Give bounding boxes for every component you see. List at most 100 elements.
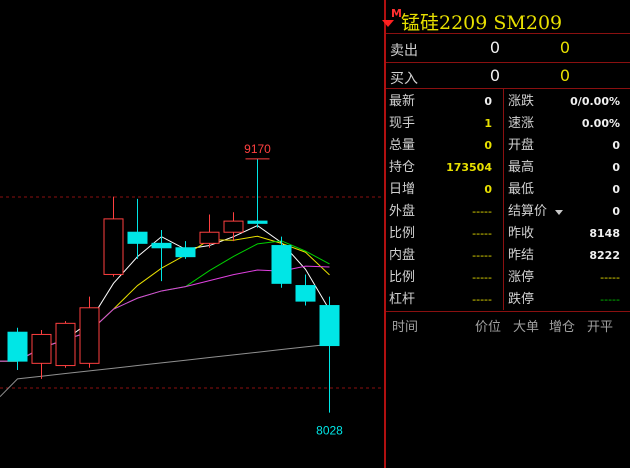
sell-price: 0 bbox=[489, 38, 500, 57]
quote-label: 开盘 bbox=[508, 138, 535, 153]
candle-body bbox=[223, 220, 244, 233]
quote-label: 内盘 bbox=[389, 248, 416, 263]
quote-value: 0 bbox=[612, 161, 620, 174]
quote-label: 持仓 bbox=[389, 160, 416, 175]
instrument-title: M 锰硅2209 SM209 bbox=[382, 2, 630, 34]
buy-volume: 0 bbox=[559, 66, 570, 85]
quote-row: 开盘 0 bbox=[508, 135, 623, 157]
quote-label: 昨结 bbox=[508, 248, 535, 263]
buy-label: 买入 bbox=[390, 71, 418, 87]
sell-row[interactable]: 卖出 0 0 bbox=[386, 38, 630, 60]
quote-label: 比例 bbox=[389, 270, 416, 285]
quote-row: 最低 0 bbox=[508, 179, 623, 201]
quote-row: 昨结 8222 bbox=[508, 245, 623, 267]
min-price-label: 8028 bbox=[316, 424, 343, 438]
chevron-down-icon[interactable] bbox=[555, 210, 563, 215]
quote-row: 昨收 8148 bbox=[508, 223, 623, 245]
quote-value: 0.00% bbox=[581, 117, 620, 130]
col-price: 价位 bbox=[475, 320, 502, 335]
quote-value: ----- bbox=[472, 227, 492, 240]
quote-row: 最新 0 bbox=[389, 91, 504, 113]
candle-body bbox=[247, 220, 268, 224]
quote-row: 结算价 0 bbox=[508, 201, 623, 223]
quote-row: 杠杆 ----- bbox=[389, 289, 504, 311]
quote-row: 日增 0 bbox=[389, 179, 504, 201]
quote-value: ----- bbox=[472, 205, 492, 218]
quote-label: 跌停 bbox=[508, 292, 535, 307]
quote-row: 最高 0 bbox=[508, 157, 623, 179]
quote-row: 涨停 ----- bbox=[508, 267, 623, 289]
candle-body bbox=[271, 245, 292, 284]
column-divider bbox=[503, 88, 504, 310]
quote-value: 0 bbox=[484, 183, 492, 196]
quote-label: 比例 bbox=[389, 226, 416, 241]
quote-value: 0 bbox=[612, 139, 620, 152]
corner-marker-icon bbox=[382, 20, 394, 27]
quote-label: 结算价 bbox=[508, 204, 548, 219]
candle-body bbox=[127, 231, 148, 244]
divider bbox=[386, 88, 630, 89]
col-time: 时间 bbox=[392, 320, 419, 335]
divider bbox=[386, 33, 630, 34]
quote-row: 外盘 ----- bbox=[389, 201, 504, 223]
candle-body bbox=[151, 242, 172, 249]
quote-row: 持仓 173504 bbox=[389, 157, 504, 179]
quote-row: 总量 0 bbox=[389, 135, 504, 157]
quote-value: ----- bbox=[600, 293, 620, 306]
quote-value: ----- bbox=[472, 271, 492, 284]
candle-body bbox=[55, 322, 76, 367]
quote-panel: M 锰硅2209 SM209 卖出 0 0 买入 0 0 最新 0 现手 1 总量 0 持仓… bbox=[382, 0, 630, 468]
max-price-label: 9170 bbox=[244, 142, 271, 156]
quote-label: 总量 bbox=[389, 138, 416, 153]
candle-body bbox=[175, 247, 196, 258]
quote-value: 0 bbox=[484, 95, 492, 108]
quote-row: 涨跌 0/0.00% bbox=[508, 91, 623, 113]
candle-body bbox=[103, 218, 124, 275]
candle-body bbox=[31, 333, 52, 364]
quote-label: 日增 bbox=[389, 182, 416, 197]
quote-label: 涨跌 bbox=[508, 94, 535, 109]
quote-row: 内盘 ----- bbox=[389, 245, 504, 267]
quote-label: 昨收 bbox=[508, 226, 535, 241]
quote-row: 比例 ----- bbox=[389, 223, 504, 245]
candle-body bbox=[295, 285, 316, 302]
candle-body bbox=[199, 231, 220, 244]
divider bbox=[386, 311, 630, 312]
quote-value: 0 bbox=[612, 183, 620, 196]
quote-label: 涨停 bbox=[508, 270, 535, 285]
quote-value: 173504 bbox=[446, 161, 492, 174]
instrument-name: 锰硅2209 SM209 bbox=[401, 12, 563, 34]
quote-row: 比例 ----- bbox=[389, 267, 504, 289]
quote-label: 杠杆 bbox=[389, 292, 416, 307]
candle-body bbox=[79, 307, 100, 364]
col-open-close: 开平 bbox=[587, 320, 614, 335]
candlestick-chart: 9170 8028 bbox=[0, 142, 384, 438]
divider bbox=[386, 62, 630, 63]
buy-price: 0 bbox=[489, 66, 500, 85]
quote-value: 0 bbox=[612, 205, 620, 218]
quote-value: ----- bbox=[600, 271, 620, 284]
quote-row: 现手 1 bbox=[389, 113, 504, 135]
quote-value: ----- bbox=[472, 249, 492, 262]
quote-row: 跌停 ----- bbox=[508, 289, 623, 311]
quote-value: 8222 bbox=[589, 249, 620, 262]
quote-label: 现手 bbox=[389, 116, 416, 131]
quote-label: 最高 bbox=[508, 160, 535, 175]
quote-value: 8148 bbox=[589, 227, 620, 240]
buy-row[interactable]: 买入 0 0 bbox=[386, 66, 630, 88]
candle-body bbox=[319, 305, 340, 347]
quote-label: 外盘 bbox=[389, 204, 416, 219]
quote-label: 速涨 bbox=[508, 116, 535, 131]
col-big-order: 大单 bbox=[513, 320, 540, 335]
col-oi-change: 增仓 bbox=[549, 320, 576, 335]
candle-body bbox=[7, 331, 28, 362]
quote-label: 最新 bbox=[389, 94, 416, 109]
quote-value: ----- bbox=[472, 293, 492, 306]
quote-value: 0 bbox=[484, 139, 492, 152]
quote-label: 最低 bbox=[508, 182, 535, 197]
quote-value: 1 bbox=[484, 117, 492, 130]
sell-label: 卖出 bbox=[390, 43, 418, 59]
sell-volume: 0 bbox=[559, 38, 570, 57]
quote-value: 0/0.00% bbox=[570, 95, 620, 108]
quote-row: 速涨 0.00% bbox=[508, 113, 623, 135]
